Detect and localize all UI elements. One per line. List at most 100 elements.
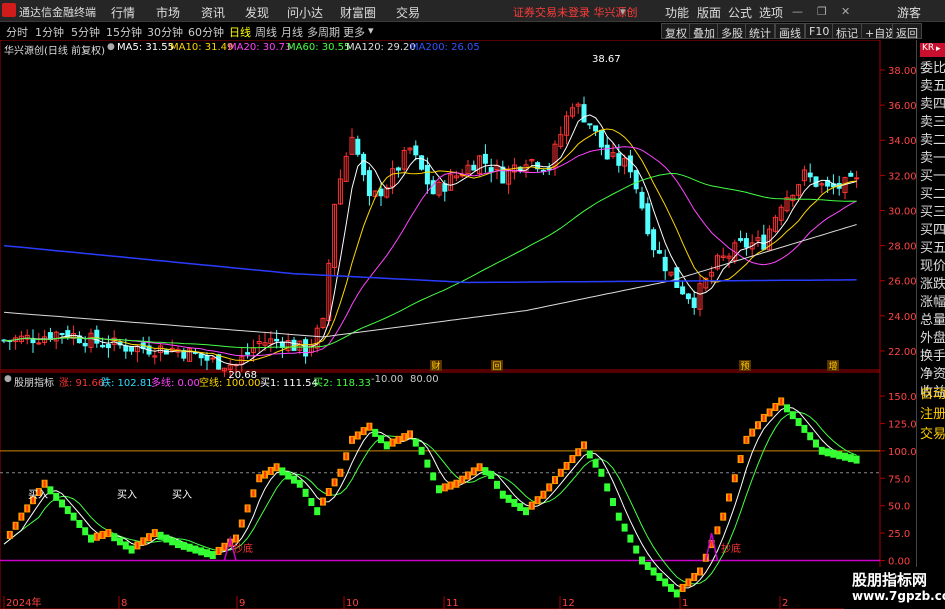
date-tick-label: 1 [682,598,688,609]
price-tick-label: 28.00 [888,242,916,253]
menu-functions[interactable]: 功能 [665,4,689,21]
candle-down [395,167,401,171]
indicator-fall-block [523,507,529,516]
date-tick-label: 2024年 [6,596,41,609]
candle-down [633,170,639,190]
indicator-fall-block [163,534,170,543]
indicator-fall-block [621,523,628,532]
indicator-fall-block [615,512,622,521]
date-tick-label: 9 [239,598,245,609]
period-5min[interactable]: 5分钟 [71,24,100,40]
multi-stock-button[interactable]: 多股 [717,23,747,40]
indicator-fall-block [824,448,831,457]
indicator-rise-core [275,464,278,471]
indicator-fall-block [424,459,431,468]
indicator-rise-core [722,513,725,520]
menu-news[interactable]: 资讯 [201,4,225,21]
indicator-rise-core [693,573,696,580]
candle-down [82,342,88,347]
adjust-button[interactable]: 复权 [661,23,691,40]
period-30min[interactable]: 30分钟 [147,24,183,40]
menu-discover[interactable]: 发现 [245,4,269,21]
period-tick[interactable]: 分时 [6,24,28,40]
menu-assistant[interactable]: 问小达 [287,4,323,21]
date-tick-label: 2 [782,598,788,609]
indicator-rise-core [26,505,29,512]
indicator-fall-block [296,479,303,488]
menu-wealth-circle[interactable]: 财富圈 [340,4,376,21]
menu-layout[interactable]: 版面 [697,4,721,21]
app-logo-icon [2,3,16,17]
candle-down [581,104,587,123]
period-weekly[interactable]: 周线 [255,24,277,40]
menu-formula[interactable]: 公式 [728,4,752,21]
quote-field-label: 卖一 [920,151,945,166]
quote-field-label: 卖三 [920,115,945,130]
candle-down [123,345,129,352]
indicator-fall-block [412,438,419,447]
stock-code-badge[interactable]: KR [920,43,945,57]
site-watermark: 股朋指标网 www.7gpzb.com [844,567,945,609]
indicator-fall-block [186,543,193,552]
indicator-rise-core [345,453,348,460]
period-multi[interactable]: 多周期 [307,24,340,40]
indicator-tick-label: 50.0 [888,502,910,513]
period-more[interactable]: 更多 [343,24,365,40]
indicator-fall-block [789,411,796,420]
candle-down [738,238,744,241]
indicator-rise-core [716,527,719,534]
menu-quote[interactable]: 行情 [111,4,135,21]
period-daily[interactable]: 日线 [229,24,251,40]
panel-expand-icon[interactable]: ▸ [936,44,941,54]
login-notice[interactable]: 证券交易未登录 华兴源创 [513,4,638,20]
indicator-rise-core [397,436,400,443]
stats-button[interactable]: 统计 [745,23,775,40]
guest-button[interactable]: 游客 [897,4,921,21]
menu-options[interactable]: 选项 [759,4,783,21]
quote-field-label: 买一 [920,169,945,184]
period-monthly[interactable]: 月线 [281,24,303,40]
indicator-fall-block [842,452,848,461]
minimize-icon[interactable]: — [792,5,803,18]
candle-down [100,344,106,348]
quote-field-label: 总量 [920,313,945,328]
indicator-fall-block [279,467,286,476]
indicator-rise-core [681,584,684,591]
indicator-rise-core [403,434,406,441]
menu-trade[interactable]: 交易 [396,4,420,21]
indicator-rise-core [559,469,562,476]
indicator-fall-block [598,468,605,477]
candle-down [482,153,488,164]
watermark-url: www.7gpzb.com [852,589,945,603]
indicator-fall-block [209,551,216,560]
quote-field-label: 卖五 [920,79,945,94]
chart-canvas[interactable]: 38.00 36.00 34.00 32.00 30.00 28.00 26.00 24.00… [0,40,916,609]
close-icon[interactable]: ✕ [841,5,850,18]
indicator-fall-block [784,404,790,413]
indicator-fall-block [169,537,176,546]
indicator-fall-block [314,507,321,516]
mark-button[interactable]: 标记 [832,23,862,40]
candle-down [424,165,430,185]
period-15min[interactable]: 15分钟 [106,24,142,40]
date-tick-label: 10 [346,598,359,609]
indicator-fall-block [157,531,164,540]
candle-down [47,332,53,340]
menu-market[interactable]: 市场 [156,4,180,21]
indicator-fall-block [662,578,669,587]
period-1min[interactable]: 1分钟 [35,24,64,40]
indicator-rise-core [322,498,324,505]
candle-down [216,354,222,370]
indicator-fall-block [128,545,135,554]
ind-param1-value: -10.00 [371,374,404,385]
period-more-dropdown-icon[interactable]: ▾ [368,24,374,37]
notice-dropdown-icon[interactable]: ▾ [620,5,626,18]
period-60min[interactable]: 60分钟 [188,24,224,40]
overlay-button[interactable]: 叠加 [689,23,719,40]
draw-button[interactable]: 画线 [775,23,805,40]
f10-button[interactable]: F10 [805,23,834,39]
candle-down [378,188,384,197]
indicator-fall-block [204,549,210,558]
back-button[interactable]: 返回 [892,23,922,40]
restore-icon[interactable]: ❐ [817,5,827,18]
